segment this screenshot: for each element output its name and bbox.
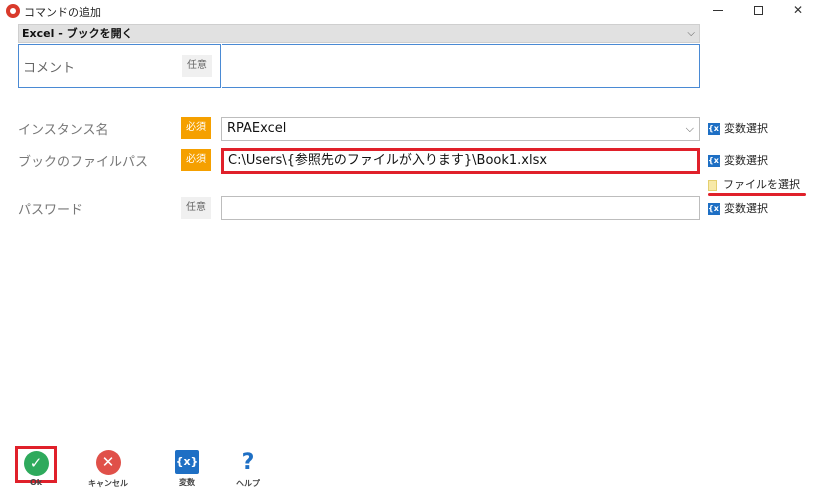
help-icon: ?	[241, 450, 255, 475]
password-input[interactable]	[221, 196, 700, 220]
close-icon: ✕	[95, 450, 121, 475]
window-title: コマンドの追加	[24, 6, 101, 19]
title-bar: コマンドの追加 ✕	[0, 0, 815, 22]
ok-button[interactable]: ✓ Ok	[15, 446, 57, 487]
required-badge: 必須	[181, 117, 211, 139]
optional-badge: 任意	[181, 197, 211, 219]
chevron-down-icon: ⌵	[687, 28, 695, 39]
variable-icon: {x}	[708, 203, 725, 215]
variable-button[interactable]: {x} 変数	[165, 450, 209, 488]
maximize-button[interactable]	[738, 0, 778, 22]
variable-select-label: 変数選択	[724, 202, 768, 215]
cancel-button[interactable]: ✕ キャンセル	[86, 450, 130, 488]
select-file-label: ファイルを選択	[723, 178, 800, 191]
instance-variable-select-link[interactable]: {x}変数選択	[708, 122, 768, 136]
close-icon: ✕	[792, 3, 804, 17]
check-icon: ✓	[23, 451, 49, 476]
file-path-label: ブックのファイルパス	[18, 155, 149, 170]
minimize-icon	[713, 10, 723, 11]
variable-icon: {x}	[708, 123, 725, 135]
file-path-input[interactable]: C:\Users\{参照先のファイルが入ります}\Book1.xlsx	[221, 148, 700, 174]
command-select-value: Excel - ブックを開く	[22, 27, 133, 40]
file-icon	[708, 179, 717, 191]
help-label: ヘルプ	[236, 479, 260, 488]
instance-name-label: インスタンス名	[18, 123, 109, 138]
instance-name-value: RPAExcel	[227, 121, 287, 136]
file-path-value: C:\Users\{参照先のファイルが入ります}\Book1.xlsx	[228, 153, 548, 168]
comment-label-box: コメント 任意	[18, 44, 221, 88]
command-select[interactable]: Excel - ブックを開く ⌵	[18, 24, 700, 43]
ok-label: Ok	[29, 478, 43, 487]
help-button[interactable]: ? ヘルプ	[226, 450, 270, 488]
close-button[interactable]: ✕	[778, 0, 815, 22]
app-logo-icon	[6, 4, 20, 18]
variable-select-label: 変数選択	[724, 154, 768, 167]
cancel-label: キャンセル	[88, 479, 128, 488]
comment-input[interactable]	[222, 44, 700, 88]
variable-label: 変数	[179, 478, 195, 487]
variable-icon: {x}	[708, 155, 725, 167]
password-label: パスワード	[18, 203, 84, 218]
optional-badge: 任意	[182, 55, 212, 77]
variable-icon: {x}	[175, 450, 199, 474]
minimize-button[interactable]	[698, 0, 738, 22]
password-variable-select-link[interactable]: {x}変数選択	[708, 202, 768, 216]
variable-select-label: 変数選択	[724, 122, 768, 135]
instance-name-select[interactable]: RPAExcel ⌵	[221, 117, 700, 141]
file-path-variable-select-link[interactable]: {x}変数選択	[708, 154, 768, 168]
annotation-underline	[708, 193, 806, 196]
chevron-down-icon: ⌵	[685, 122, 694, 135]
comment-label: コメント	[23, 61, 76, 76]
select-file-link[interactable]: ファイルを選択	[708, 176, 800, 192]
required-badge: 必須	[181, 149, 211, 171]
maximize-icon	[753, 6, 763, 15]
